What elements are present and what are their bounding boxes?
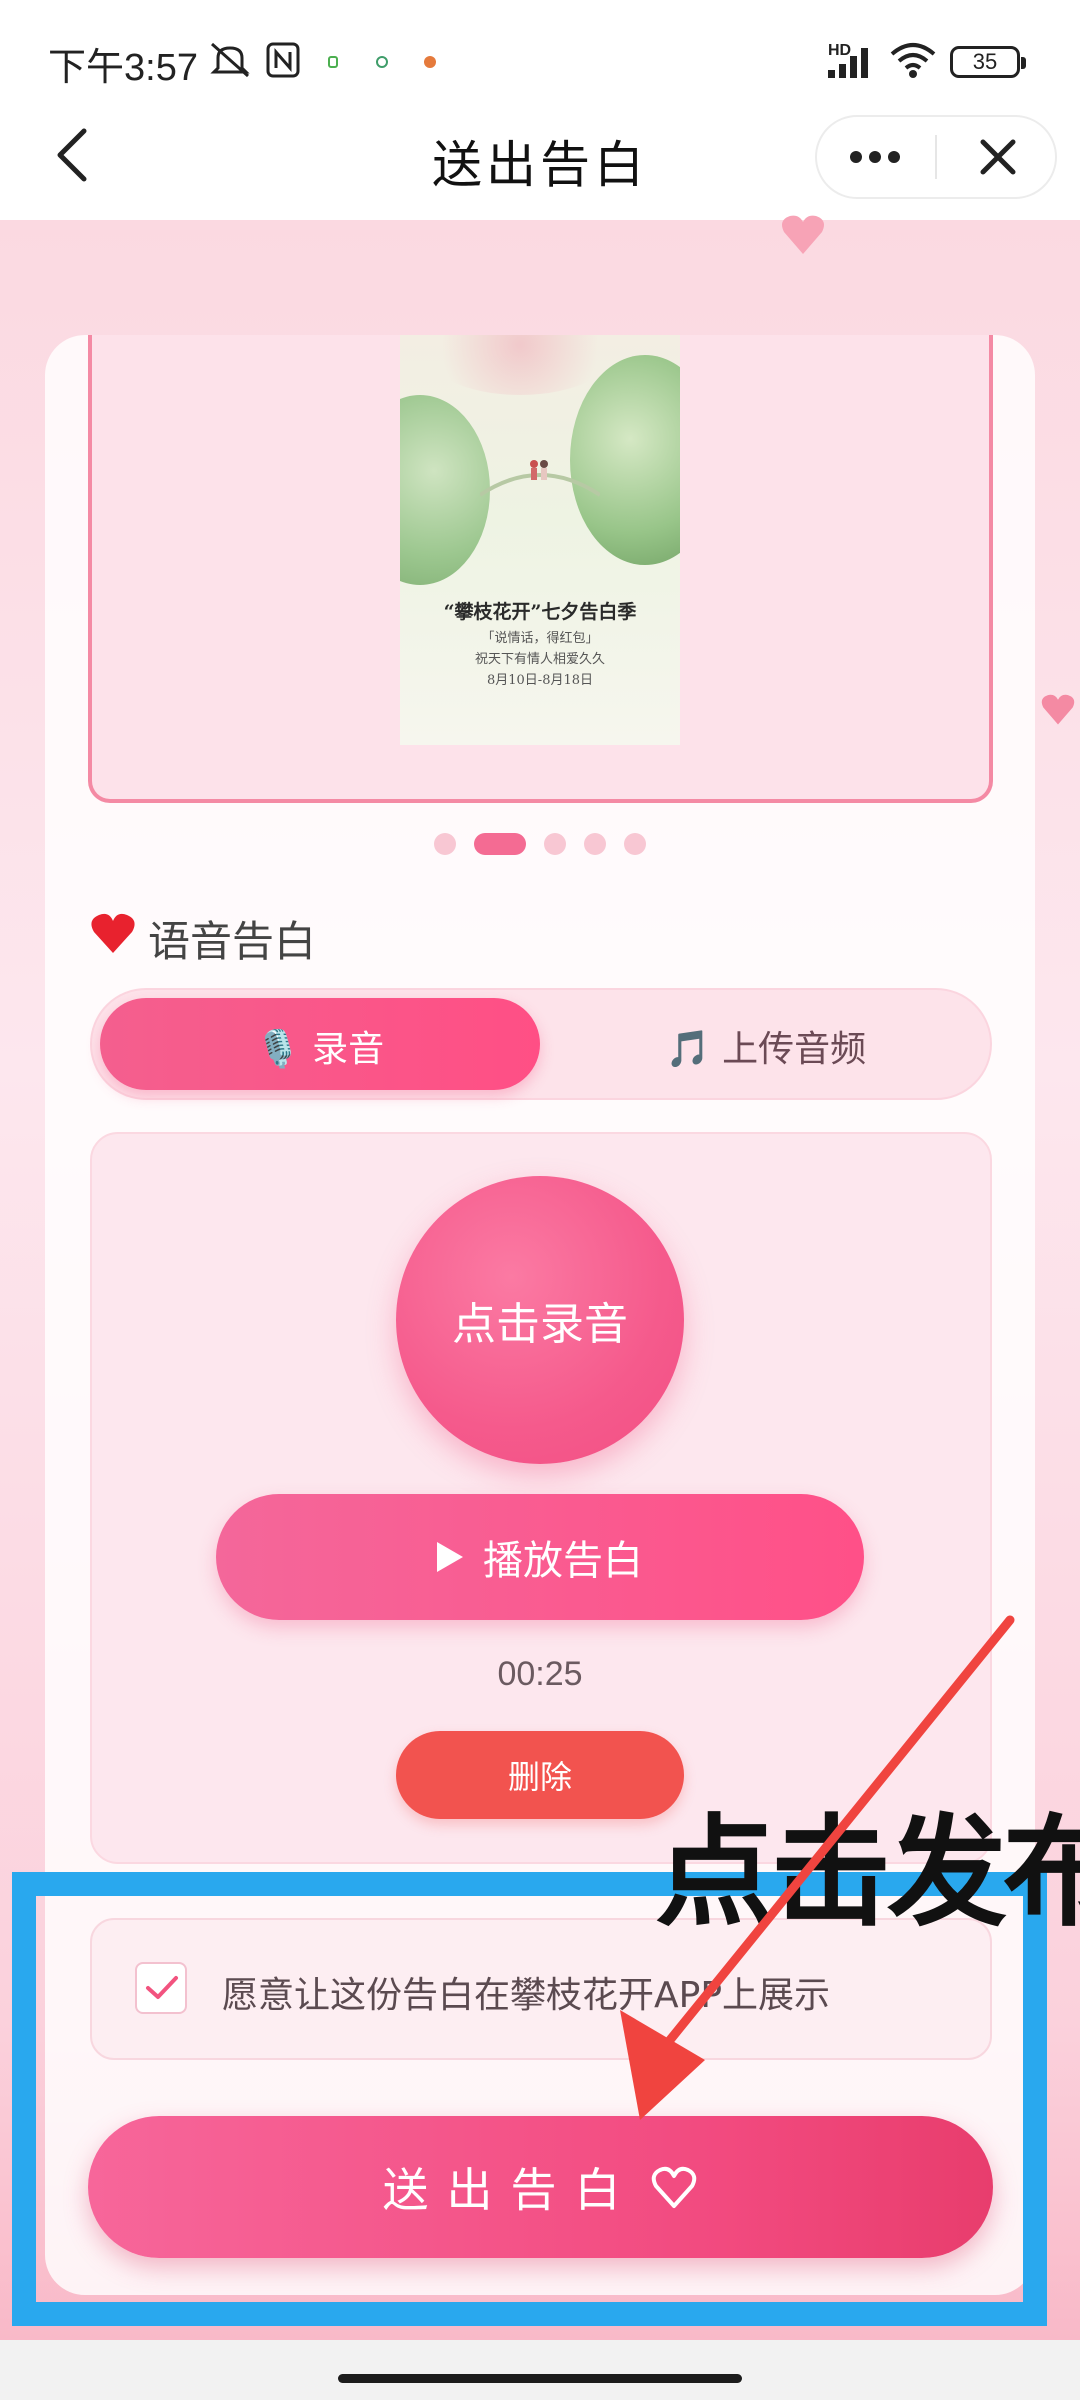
carousel-dot[interactable] [584,833,606,855]
recording-duration: 00:25 [497,1655,583,1693]
section-title: 语音告白 [148,917,317,966]
carousel-dot[interactable] [624,833,646,855]
carousel-poster-image[interactable]: “攀枝花开”七夕告白季 「说情话，得红包」 祝天下有情人相爱久久 8月10日-8… [400,335,680,745]
delete-button-label: 删除 [507,1758,572,1796]
app-notification-icon [328,56,338,68]
signal-icon [828,48,868,78]
tab-upload-audio[interactable]: 🎵 上传音频 [540,1020,992,1072]
send-button-label: 送出告白 [382,2163,639,2217]
delete-button[interactable]: 删除 [396,1731,684,1819]
heart-icon [91,913,135,953]
record-button[interactable]: 点击录音 [396,1176,684,1464]
capsule-divider [935,135,937,179]
poster-line: 「说情话，得红包」 [481,631,599,646]
consent-label[interactable]: 愿意让这份告白在攀枝花开APP上展示 [222,1966,830,2018]
poster-title: “攀枝花开”七夕告白季 [443,601,637,623]
poster-line: 祝天下有情人相爱久久 [474,652,605,667]
carousel-dot-active[interactable] [474,833,526,855]
record-button-label: 点击录音 [452,1299,628,1350]
poster-cloud [420,335,620,395]
play-icon [437,1542,463,1572]
heart-outline-icon [651,2166,696,2208]
send-confession-button[interactable]: 送出告白 [88,2116,993,2258]
check-icon [146,1976,178,1999]
wifi-icon [890,43,936,78]
status-time: 下午3:57 [48,47,198,89]
play-button-label: 播放告白 [483,1538,643,1584]
poster-lotus-leaf-left [400,395,490,585]
nfc-icon [266,42,300,78]
home-indicator[interactable] [338,2374,742,2383]
carousel-dot[interactable] [434,833,456,855]
carousel-dot[interactable] [544,833,566,855]
poster-bridge-couple [480,460,600,497]
close-icon[interactable] [978,137,1018,177]
more-dots-icon[interactable] [848,140,902,174]
poster-line: 8月10日-8月18日 [486,673,594,688]
battery-icon: 35 [950,46,1026,78]
app-notification-icon [376,56,388,68]
app-notification-icon [424,56,436,68]
annotation-text: 点击发布 [655,1802,1080,1943]
floating-heart-icon [1041,694,1075,725]
floating-heart-icon [782,215,824,254]
play-button[interactable]: 播放告白 [216,1494,864,1620]
mute-bell-icon [210,42,250,78]
tab-record-label[interactable]: 🎙️ 录音 [100,1020,540,1072]
consent-checkbox[interactable] [135,1962,187,2014]
system-home-area [0,2340,1080,2400]
